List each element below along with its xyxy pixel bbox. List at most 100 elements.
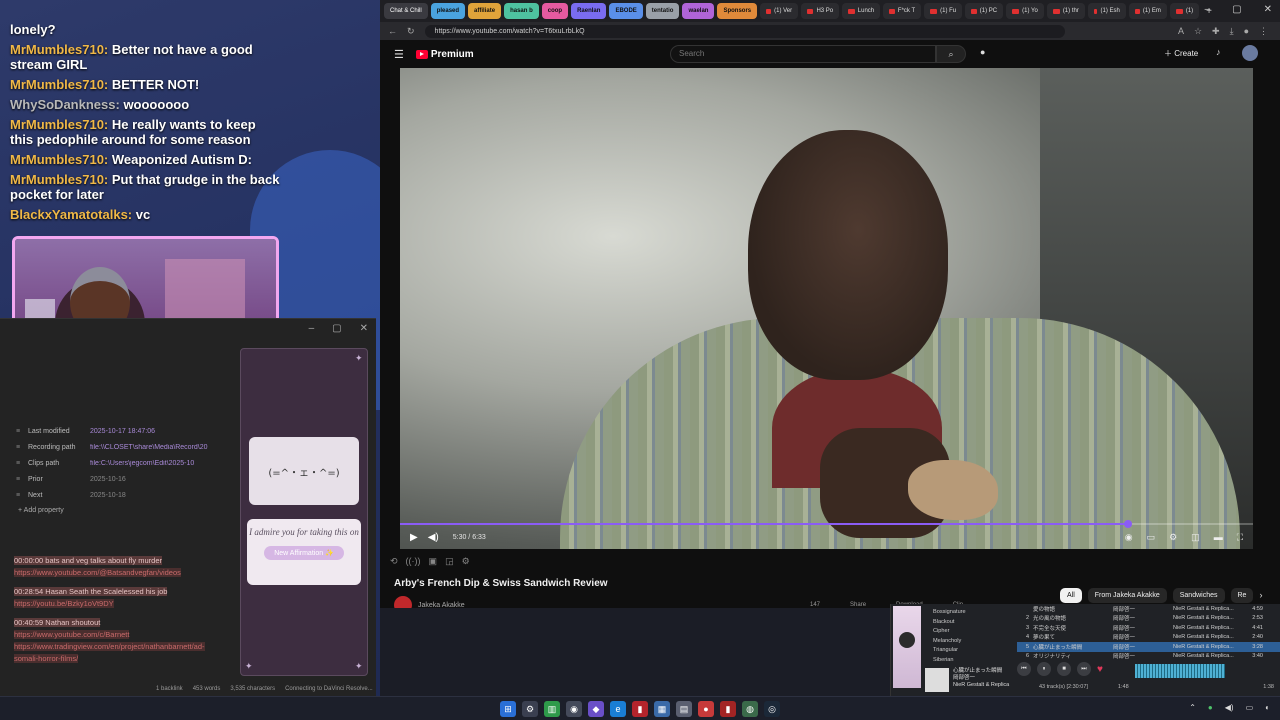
obsidian-app-icon[interactable]: ◆ xyxy=(588,701,604,717)
volume-icon[interactable]: ◀) xyxy=(428,532,439,543)
genre-item[interactable]: Cipher xyxy=(933,627,1003,637)
tab-group[interactable]: affiliate xyxy=(468,3,502,19)
play-icon[interactable]: ▶ xyxy=(410,532,418,543)
track-row[interactable]: 6 オリジナリティ 岡部啓一 NieR Gestalt & Replica... 3:4… xyxy=(1017,652,1280,662)
edge-browser-icon[interactable]: e xyxy=(610,701,626,717)
translate-icon[interactable]: A xyxy=(1178,26,1184,37)
chevron-right-icon[interactable]: › xyxy=(1259,588,1262,603)
search-input[interactable]: Search xyxy=(670,45,936,63)
chat-username[interactable]: MrMumbles710: xyxy=(10,117,108,132)
track-row[interactable]: 5 心臓が止まった瞬間 岡部啓一 NieR Gestalt & Replica... 3… xyxy=(1017,642,1280,652)
track-row[interactable]: 4 夢の果て 岡部啓一 NieR Gestalt & Replica... 2:40 xyxy=(1017,633,1280,643)
tab-group[interactable]: Sponsors xyxy=(717,3,758,19)
property-value[interactable]: 2025-10-16 xyxy=(90,476,208,483)
maximize-icon[interactable]: ▢ xyxy=(1232,4,1241,15)
miniplayer-icon[interactable]: ◫ xyxy=(1191,532,1200,543)
property-value[interactable]: 2025-10-17 18:47:06 xyxy=(90,428,208,435)
music-app-icon[interactable]: ● xyxy=(698,701,714,717)
tab-youtube[interactable]: (1) Ver xyxy=(760,3,799,19)
close-icon[interactable]: ✕ xyxy=(360,323,368,334)
track-row[interactable]: 2 光の風の物語 岡部啓一 NieR Gestalt & Replica... 2:53 xyxy=(1017,614,1280,624)
camera-app-icon[interactable]: ◉ xyxy=(566,701,582,717)
fullscreen-icon[interactable]: ⛶ xyxy=(1237,532,1243,543)
tab-youtube[interactable]: (1) thr xyxy=(1046,3,1085,19)
tab-group[interactable]: hasan b xyxy=(504,3,539,19)
streaming-app-icon[interactable]: ▮ xyxy=(632,701,648,717)
chip-3[interactable]: Re xyxy=(1230,588,1254,603)
theater-mode-icon[interactable]: ▬ xyxy=(1214,532,1223,543)
minimize-icon[interactable]: – xyxy=(309,323,315,334)
steam-icon[interactable]: ◎ xyxy=(764,701,780,717)
chip-0[interactable]: All xyxy=(1060,588,1082,603)
battery-icon[interactable]: ▭ xyxy=(1246,703,1254,712)
tab-active[interactable]: Chat & Chill xyxy=(384,3,428,19)
tab-group[interactable]: tentatio xyxy=(645,3,680,19)
youtube-logo[interactable]: Premium xyxy=(415,49,474,60)
note-body[interactable]: 00:00:00 bats and veg talks about fly mu… xyxy=(14,555,214,672)
tab-youtube[interactable]: F*ck T xyxy=(883,3,922,19)
tab-youtube[interactable]: (1) PC xyxy=(965,3,1004,19)
extensions-icon[interactable]: ✚ xyxy=(1212,26,1220,37)
property-row[interactable]: ≡ Clips path file:C:\Users\jegcom\Edit\202… xyxy=(16,455,226,471)
tab-youtube[interactable]: (1) xyxy=(1169,3,1200,19)
network-icon[interactable]: ● xyxy=(1208,703,1213,712)
chat-username[interactable]: MrMumbles710: xyxy=(10,42,108,57)
tab-group[interactable]: coop xyxy=(541,3,569,19)
backlink-count[interactable]: 1 backlink xyxy=(156,686,183,692)
genre-item[interactable]: Triangular xyxy=(933,646,1003,656)
chat-username[interactable]: MrMumbles710: xyxy=(10,77,108,92)
love-heart-icon[interactable]: ♥ xyxy=(1097,664,1103,675)
hamburger-menu-icon[interactable]: ☰ xyxy=(394,48,404,61)
voice-app-icon[interactable]: ▮ xyxy=(720,701,736,717)
track-row[interactable]: 愛の物語 岡部啓一 NieR Gestalt & Replica... 4:59 xyxy=(1017,604,1280,614)
reload-icon[interactable]: ↻ xyxy=(407,26,415,37)
tab-youtube[interactable]: (1) Em xyxy=(1128,3,1167,19)
genre-item[interactable]: Melancholy xyxy=(933,637,1003,647)
windows-start-icon[interactable]: ⊞ xyxy=(500,701,516,717)
settings-gear-icon[interactable]: ⚙ xyxy=(1169,532,1177,543)
game-app-icon[interactable]: ◍ xyxy=(742,701,758,717)
close-icon[interactable]: ✕ xyxy=(1264,4,1272,15)
minimize-icon[interactable]: – xyxy=(1205,4,1211,15)
note-link[interactable]: https://www.youtube.com/c/Barnett https:… xyxy=(14,630,205,663)
property-row[interactable]: ≡ Next 2025-10-18 xyxy=(16,487,226,503)
next-track-icon[interactable]: ⏭ xyxy=(1077,662,1091,676)
url-field[interactable]: https://www.youtube.com/watch?v=T6txuLrb… xyxy=(424,24,1065,38)
audio-icon[interactable]: ((·)) xyxy=(406,556,421,567)
show-hidden-icons-icon[interactable]: ⌃ xyxy=(1189,703,1196,712)
search-icon[interactable]: ⌕ xyxy=(936,45,966,63)
chat-username[interactable]: BlackxYamatotalks: xyxy=(10,207,132,222)
tab-youtube[interactable]: (1) Esh xyxy=(1087,3,1126,19)
microphone-icon[interactable]: ● xyxy=(980,47,985,57)
chat-username[interactable]: MrMumbles710: xyxy=(10,152,108,167)
menu-icon[interactable]: ⋮ xyxy=(1259,26,1268,37)
tab-group[interactable]: pleased xyxy=(430,3,466,19)
pip-icon[interactable]: ◲ xyxy=(445,556,454,567)
tab-youtube[interactable]: (1) Fu xyxy=(924,3,963,19)
avatar[interactable] xyxy=(1242,45,1258,61)
stats-app-icon[interactable]: ▥ xyxy=(544,701,560,717)
property-value[interactable]: file:C:\Users\jegcom\Edit\2025-10 xyxy=(90,460,208,467)
profile-icon[interactable]: ● xyxy=(1244,26,1249,37)
note-link[interactable]: https://youtu.be/Bzky1oVt9DY xyxy=(14,599,114,608)
property-value[interactable]: 2025-10-18 xyxy=(90,492,208,499)
back-icon[interactable]: ← xyxy=(388,26,397,36)
tab-youtube[interactable]: H3 Po xyxy=(801,3,840,19)
autoplay-toggle-icon[interactable]: ◉ xyxy=(1125,532,1133,543)
property-value[interactable]: file:\\CLOSET\share\Media\Record\20 xyxy=(90,444,208,451)
chip-2[interactable]: Sandwiches xyxy=(1172,588,1225,603)
property-row[interactable]: ≡ Recording path file:\\CLOSET\share\Media… xyxy=(16,439,226,455)
volume-icon[interactable]: ◀) xyxy=(1225,703,1234,712)
captions-icon[interactable]: ▭ xyxy=(1147,532,1156,543)
genre-item[interactable]: Blackout xyxy=(933,618,1003,628)
download-icon[interactable]: ⤓ xyxy=(1230,26,1234,37)
tab-youtube[interactable]: (1) Yo xyxy=(1006,3,1044,19)
chip-1[interactable]: From Jakeka Akakke xyxy=(1087,588,1167,603)
tab-group[interactable]: waelan xyxy=(682,3,715,19)
note-link[interactable]: https://www.youtube.com/@Batsandvegfan/v… xyxy=(14,568,181,577)
stop-icon[interactable]: ■ xyxy=(1057,662,1071,676)
track-row[interactable]: 3 不完全な天使 岡部啓一 NieR Gestalt & Replica... 4:41 xyxy=(1017,623,1280,633)
notification-icon[interactable]: ◐ xyxy=(1265,703,1270,712)
create-button[interactable]: ＋ Create xyxy=(1164,48,1198,59)
new-affirmation-button[interactable]: New Affirmation ✨ xyxy=(264,546,344,560)
